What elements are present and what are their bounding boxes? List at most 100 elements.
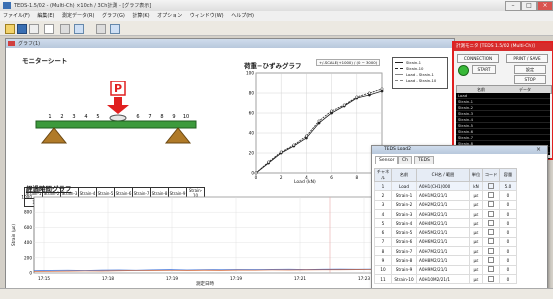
table-cell: A0H8M2/21/1 [416,255,470,266]
data-point [304,134,308,138]
table-cell-checkbox [482,218,500,229]
gauge-number: 8 [160,114,163,120]
minimize-button[interactable]: – [505,1,521,11]
table-row[interactable]: 3 Strain-2 A0H2M2/21/1 με 0 [374,199,517,210]
settings-close-icon[interactable]: × [536,146,541,153]
table-cell: Strain-7 [391,246,417,257]
data-point [367,91,371,95]
table-cell: 0 [499,236,517,248]
sensor-table: チャネル 名前 CH名 / 範囲 単位 コード 容量 1 Load A0H1(CH1… [374,168,517,285]
col-unit: 単位 [469,168,483,182]
table-row[interactable]: 5 Strain-4 A0H4M2/21/1 με 0 [374,218,517,229]
table-cell: με [469,273,483,285]
elapsed-xlabel: 測定日時 [196,282,214,287]
data-point [317,119,321,123]
table-row[interactable]: 11 Strain-10 A0H10M2/21/1 με 0 [374,273,517,285]
sensor-table-body: 1 Load A0H1(CH1)000 kN 5.0 2 Strain-1 A0H1M2/21… [374,180,517,285]
load-strain-legend: Strain-1 Strain-10 Load - Strain-1 Load … [392,57,448,89]
menu-calc[interactable]: 計算(K) [132,11,149,21]
app-icon [3,2,11,9]
save-icon[interactable] [17,24,27,34]
legend-label-3: Load - Strain-1 [406,72,434,77]
table-cell: 0 [499,208,517,220]
copy-icon[interactable] [60,24,70,34]
start-button[interactable]: START [472,65,496,74]
x-tick-label: 17:19 [166,276,178,281]
table-cell: 5.0 [499,180,517,192]
menu-option[interactable]: オプション [157,11,182,21]
menu-edit[interactable]: 編集(E) [37,11,54,21]
table-row[interactable]: 4 Strain-3 A0H3M2/21/1 με 0 [374,208,517,220]
settings-dialog-titlebar: TEDS Load2 × [372,146,547,154]
menu-graph[interactable]: グラフ(G) [102,11,125,21]
menu-window[interactable]: ウィンドウ(W) [190,11,224,21]
beam-diagram: P 1 2 3 4 5 6 7 8 9 10 [35,81,197,144]
table-row[interactable]: 2 Strain-1 A0H1M2/21/1 με 0 [374,190,517,201]
table-cell: A0H3M2/21/1 [416,208,470,220]
gauge-number: 7 [148,114,151,120]
table-cell: 0 [499,264,517,275]
graph-window-titlebar: グラフ(1) [6,39,454,48]
col-ch-range: CH名 / 範囲 [416,168,470,182]
table-cell: 0 [499,246,517,257]
table-cell: με [469,255,483,266]
table-cell: 0 [499,227,517,238]
table-row[interactable]: 6 Strain-5 A0H5M2/21/1 με 0 [374,227,517,238]
gauge-number: 4 [84,114,87,120]
scale-label: +/-SCALE(+1000) / (0 − 3000) [316,59,381,66]
table-cell: με [469,246,483,257]
tab-sensor[interactable]: Sensor [375,156,399,164]
table-cell: με [469,264,483,275]
tab-teds[interactable]: TEDS [414,156,434,164]
settings-icon[interactable] [96,24,106,34]
table-row[interactable]: 9 Strain-8 A0H8M2/21/1 με 0 [374,255,517,266]
print-icon[interactable] [29,24,39,34]
col-channel: チャネル [374,168,392,182]
data-point [380,87,384,91]
table-cell-checkbox [482,246,500,257]
sensor-settings-dialog: TEDS Load2 × Sensor Ch TEDS チャネル 名前 CH名 … [371,145,548,292]
col-code: コード [482,168,500,182]
open-icon[interactable] [5,24,15,34]
new-icon[interactable] [44,24,54,34]
table-cell: Strain-10 [391,273,417,285]
load-strain-chart: 1008060402000246810 [246,71,385,181]
data-point [330,109,334,113]
maximize-button[interactable]: □ [521,1,537,11]
table-cell: A0H10M2/21/1 [416,273,470,285]
connection-button[interactable]: CONNECTION [457,54,499,63]
menu-help[interactable]: ヘルプ(H) [231,11,254,21]
table-cell: A0H1(CH1)000 [416,180,470,192]
monitor-col-data: データ [519,87,531,92]
table-row[interactable]: 8 Strain-7 A0H7M2/21/1 με 0 [374,246,517,257]
table-cell: με [469,218,483,229]
table-cell-checkbox [482,264,500,275]
graph-icon[interactable] [74,24,84,34]
stop-button[interactable]: STOP [514,75,546,84]
load-marker: P [107,81,129,122]
table-cell: Strain-8 [391,255,417,266]
table-row[interactable]: 7 Strain-6 A0H6M2/21/1 με 0 [374,236,517,248]
table-cell-checkbox [482,273,500,285]
menu-file[interactable]: ファイル(F) [3,11,30,21]
y-tick-label: 80 [249,91,255,96]
table-row[interactable]: 10 Strain-9 A0H9M2/21/1 με 0 [374,264,517,275]
elapsed-chart-title: 経過時間グラフ [26,185,72,193]
table-cell: Strain-5 [391,227,417,238]
table-cell: A0H1M2/21/1 [416,190,470,201]
y-tick-label: 20 [249,151,255,156]
print-save-button[interactable]: PRINT / SAVE [506,54,548,63]
y-tick-label: 100 [246,71,254,76]
table-row[interactable]: 1 Load A0H1(CH1)000 kN 5.0 [374,180,517,192]
status-indicator-icon [458,65,469,76]
y-tick-label: 0 [29,271,32,276]
menu-measure-data[interactable]: 測定データ(R) [62,11,94,21]
settings-button[interactable]: 設定 [514,65,546,74]
tab-ch[interactable]: Ch [398,156,412,164]
measurement-monitor-dialog: 計測モニタ [TEDS 1.5/02 (Multi-Ch)] CONNECTIO… [452,41,553,160]
table-cell-checkbox [482,208,500,220]
monitor-icon[interactable] [110,24,120,34]
close-button[interactable]: × [537,1,553,11]
table-cell: 0 [499,190,517,201]
table-cell: Strain-1 [391,190,417,201]
